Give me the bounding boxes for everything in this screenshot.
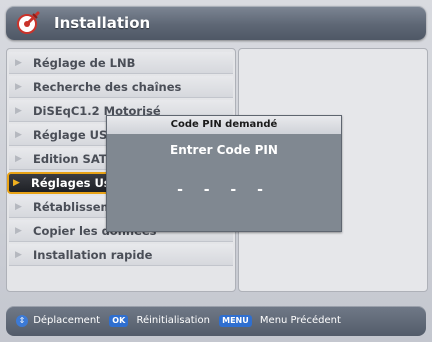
chevron-right-icon: ▶ <box>15 226 22 236</box>
chevron-right-icon: ▶ <box>13 178 20 188</box>
menu-item-quick-install[interactable]: ▶ Installation rapide <box>9 244 233 266</box>
chevron-right-icon: ▶ <box>15 82 22 92</box>
chevron-right-icon: ▶ <box>15 202 22 212</box>
menu-item-label: Recherche des chaînes <box>33 80 182 94</box>
ok-key-badge: OK <box>109 315 129 327</box>
chevron-right-icon: ▶ <box>15 130 22 140</box>
pin-dialog: Code PIN demandé Entrer Code PIN - - - - <box>106 115 342 232</box>
ok-help-label: Réinitialisation <box>136 315 210 326</box>
menu-item-channel-search[interactable]: ▶ Recherche des chaînes <box>9 76 233 98</box>
chevron-right-icon: ▶ <box>15 250 22 260</box>
menu-item-label: Réglages Usi <box>31 176 115 190</box>
menu-help-label: Menu Précédent <box>259 315 341 326</box>
menu-item-label: Installation rapide <box>33 248 153 262</box>
screen: Installation ▶ Réglage de LNB ▶ Recherch… <box>0 0 432 342</box>
dialog-title: Code PIN demandé <box>107 116 341 134</box>
nav-help-label: Déplacement <box>33 315 101 326</box>
pen-tool-icon <box>17 11 40 34</box>
chevron-right-icon: ▶ <box>15 154 22 164</box>
help-bar: ⇕ Déplacement OK Réinitialisation MENU M… <box>6 306 426 336</box>
chevron-right-icon: ▶ <box>15 58 22 68</box>
menu-item-label: Réglage de LNB <box>33 56 136 70</box>
title-bar: Installation <box>6 6 426 40</box>
navigate-arrows-icon: ⇕ <box>16 315 28 327</box>
chevron-right-icon: ▶ <box>15 106 22 116</box>
menu-item-label: Réglage USA <box>33 128 117 142</box>
menu-key-badge: MENU <box>219 315 252 327</box>
page-title: Installation <box>54 14 151 32</box>
pin-input[interactable]: - - - - <box>107 182 341 198</box>
menu-item-lnb[interactable]: ▶ Réglage de LNB <box>9 52 233 74</box>
pin-prompt: Entrer Code PIN <box>170 143 278 157</box>
